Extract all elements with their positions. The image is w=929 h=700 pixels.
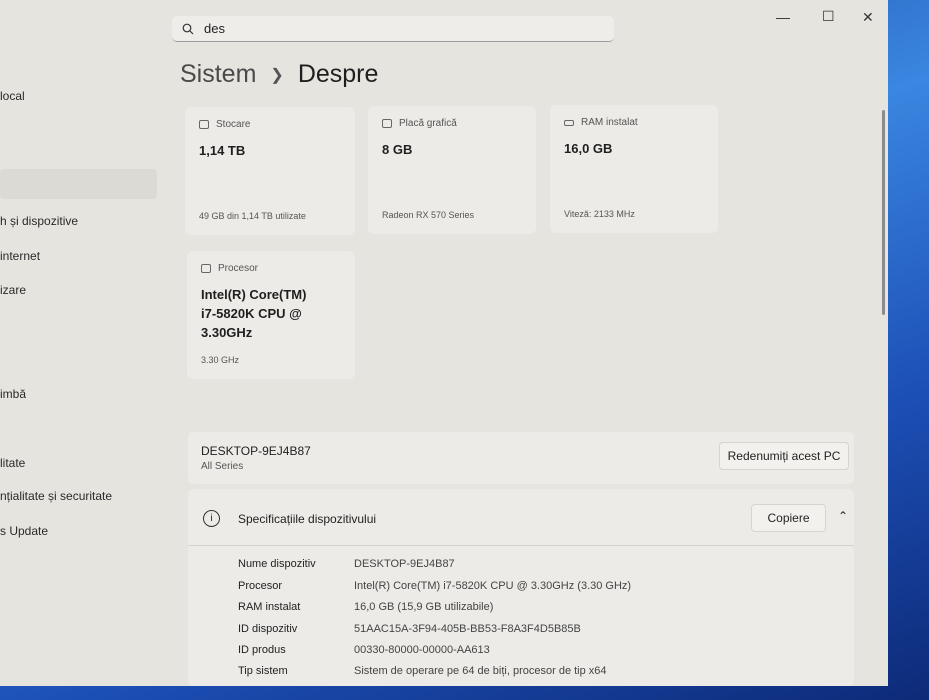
rename-pc-button[interactable]: Redenumiți acest PC (719, 442, 849, 470)
ram-card[interactable]: RAM instalat 16,0 GB Viteză: 2133 MHz (550, 105, 718, 233)
chevron-right-icon: ❯ (270, 66, 284, 84)
sidebar-selected-item[interactable] (0, 169, 157, 199)
graphics-card[interactable]: Placă grafică 8 GB Radeon RX 570 Series (368, 106, 536, 234)
close-button[interactable]: ✕ (862, 9, 874, 26)
spec-value: 51AAC15A-3F94-405B-BB53-F8A3F4D5B85B (354, 623, 581, 635)
device-name: DESKTOP-9EJ4B87 (201, 444, 311, 458)
spec-value: Sistem de operare pe 64 de biți, proceso… (354, 665, 607, 677)
sidebar-item-bluetooth[interactable]: h și dispozitive (0, 214, 78, 228)
spec-key: RAM instalat (238, 601, 301, 613)
spec-row: Tip sistem Sistem de operare pe 64 de biț… (238, 665, 607, 677)
spec-key: Nume dispozitiv (238, 558, 316, 570)
spec-row: ID produs 00330-80000-00000-AA613 (238, 644, 490, 656)
sidebar-item-network[interactable]: internet (0, 249, 40, 263)
card-value: 16,0 GB (564, 141, 613, 156)
storage-icon (199, 120, 209, 129)
device-name-panel: DESKTOP-9EJ4B87 All Series Redenumiți ac… (188, 432, 854, 484)
card-value: 8 GB (382, 142, 413, 157)
card-sub: Radeon RX 570 Series (382, 210, 475, 220)
sidebar-item-privacy[interactable]: nțialitate și securitate (0, 489, 112, 503)
sidebar-item-accessibility[interactable]: litate (0, 456, 25, 470)
card-sub: Viteză: 2133 MHz (564, 209, 635, 219)
maximize-button[interactable]: ☐ (822, 8, 835, 25)
spec-row: ID dispozitiv 51AAC15A-3F94-405B-BB53-F8A… (238, 623, 581, 635)
card-value: Intel(R) Core(TM) i7-5820K CPU @ 3.30GHz (201, 287, 307, 340)
card-sub: 49 GB din 1,14 TB utilizate (199, 211, 306, 221)
page-title: Despre (297, 60, 379, 88)
scrollbar[interactable] (882, 110, 885, 315)
spec-key: Procesor (238, 580, 283, 592)
sidebar: local h și dispozitive internet izare im… (0, 0, 160, 686)
card-value: 1,14 TB (199, 143, 246, 158)
ram-icon (564, 119, 574, 126)
spec-value: 16,0 GB (15,9 GB utilizabile) (354, 601, 494, 613)
spec-row: Nume dispozitiv DESKTOP-9EJ4B87 (238, 558, 455, 570)
card-sub: 3.30 GHz (201, 355, 240, 365)
processor-card[interactable]: Procesor Intel(R) Core(TM) i7-5820K CPU … (187, 251, 355, 379)
spec-row: Procesor Intel(R) Core(TM) i7-5820K CPU @… (238, 580, 631, 592)
card-label: Placă grafică (399, 118, 457, 129)
card-label: Stocare (216, 119, 251, 130)
specs-title[interactable]: Specificațiile dispozitivului (238, 512, 376, 526)
settings-window: local h și dispozitive internet izare im… (0, 0, 888, 686)
divider (188, 545, 854, 546)
card-label: Procesor (218, 263, 259, 274)
sidebar-item-windows-update[interactable]: s Update (0, 524, 48, 538)
search-value: des (204, 21, 225, 36)
chevron-up-icon[interactable]: ⌃ (838, 509, 848, 523)
device-model: All Series (201, 461, 244, 472)
sidebar-item-time-language[interactable]: imbă (0, 387, 26, 401)
search-input[interactable]: des (172, 16, 614, 42)
spec-key: ID produs (238, 644, 286, 656)
sidebar-item-personalization[interactable]: izare (0, 283, 26, 297)
info-icon: i (203, 510, 220, 527)
search-icon (182, 23, 194, 34)
spec-key: Tip sistem (238, 665, 288, 677)
spec-key: ID dispozitiv (238, 623, 298, 635)
processor-icon (201, 264, 211, 273)
card-label: RAM instalat (581, 117, 638, 128)
spec-value: Intel(R) Core(TM) i7-5820K CPU @ 3.30GHz… (354, 580, 632, 592)
spec-value: DESKTOP-9EJ4B87 (354, 558, 455, 570)
storage-card[interactable]: Stocare 1,14 TB 49 GB din 1,14 TB utiliz… (185, 107, 355, 235)
spec-value: 00330-80000-00000-AA613 (354, 644, 490, 656)
graphics-card-icon (382, 119, 392, 128)
spec-row: RAM instalat 16,0 GB (15,9 GB utilizabile… (238, 601, 493, 613)
sidebar-item-account[interactable]: local (0, 89, 25, 103)
copy-button[interactable]: Copiere (751, 504, 826, 532)
breadcrumb-parent[interactable]: Sistem (180, 60, 256, 89)
breadcrumb: Sistem ❯ Despre (180, 60, 378, 89)
minimize-button[interactable]: — (776, 9, 790, 25)
